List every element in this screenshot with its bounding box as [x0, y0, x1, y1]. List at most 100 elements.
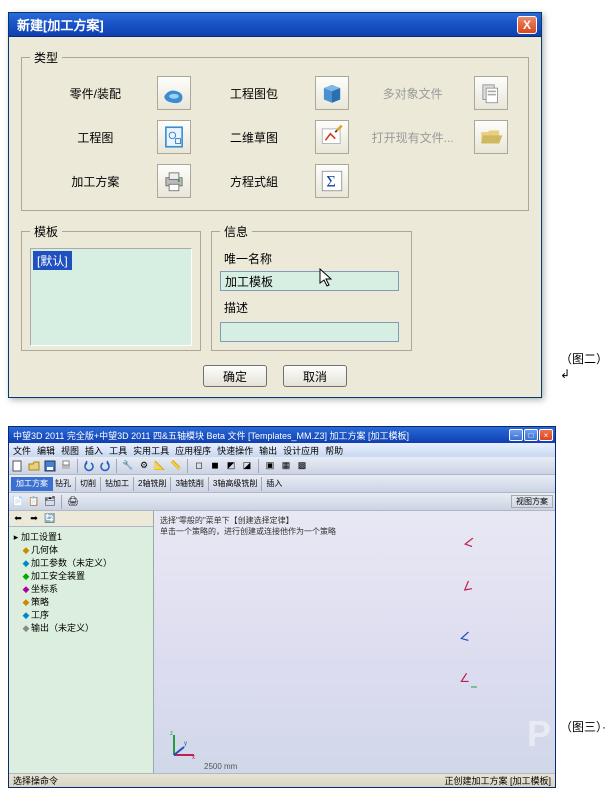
- type-label-drawing: 工程图: [40, 129, 151, 146]
- type-legend: 类型: [30, 49, 62, 66]
- triad-icon: z x y: [168, 731, 198, 761]
- sec-icon-4[interactable]: 🖨: [66, 495, 80, 509]
- tree-item[interactable]: ◆加工安全装置: [11, 570, 151, 583]
- sec-icon-2[interactable]: 📋: [27, 495, 41, 509]
- type-label-multi-file: 多对象文件: [357, 85, 468, 102]
- tab-insert[interactable]: 插入: [266, 478, 282, 489]
- lt-icon-3[interactable]: 🔄: [43, 512, 57, 526]
- tree-item[interactable]: ◆几何体: [11, 544, 151, 557]
- drawing-pkg-icon-button[interactable]: [315, 76, 349, 110]
- axis-marker-icon: ∠: [462, 534, 477, 551]
- template-list[interactable]: [默认]: [30, 248, 192, 346]
- dialog-titlebar[interactable]: 新建[加工方案] X: [9, 13, 541, 37]
- menu-output[interactable]: 输出: [259, 444, 277, 457]
- description-label: 描述: [224, 299, 403, 316]
- close-button[interactable]: X: [517, 16, 537, 34]
- maximize-button[interactable]: □: [524, 429, 538, 441]
- template-item-default[interactable]: [默认]: [33, 251, 72, 270]
- print-icon[interactable]: [59, 459, 73, 473]
- type-label-drawing-pkg: 工程图包: [199, 85, 310, 102]
- tab-drill[interactable]: 钻孔: [55, 478, 71, 489]
- tree-item[interactable]: ◆加工参数（未定义）: [11, 557, 151, 570]
- ruler-label: 2500 mm: [204, 762, 237, 771]
- machining-icon-button[interactable]: [157, 164, 191, 198]
- tree-item[interactable]: ◆策略: [11, 596, 151, 609]
- feature-tree[interactable]: ▸加工设置1 ◆几何体 ◆加工参数（未定义） ◆加工安全装置 ◆坐标系 ◆策略 …: [9, 527, 153, 773]
- menu-view[interactable]: 视图: [61, 444, 79, 457]
- view3-icon[interactable]: ◩: [224, 459, 238, 473]
- open-existing-icon-button[interactable]: [474, 120, 508, 154]
- view2-icon[interactable]: ◼: [208, 459, 222, 473]
- sec-icon-3[interactable]: 🗂: [43, 495, 57, 509]
- app-title: 中望3D 2011 完全版+中望3D 2011 四&五轴模块 Beta 文件 […: [13, 429, 409, 442]
- toolbar-tabs: 加工方案 钻孔 切削 钻加工 2轴铣削 3轴铣削 3轴高级铣削 插入: [9, 475, 555, 493]
- new-icon[interactable]: [11, 459, 25, 473]
- menu-help[interactable]: 帮助: [325, 444, 343, 457]
- tab-3axis[interactable]: 3轴铣削: [175, 478, 203, 489]
- type-label-open-existing: 打开现有文件...: [357, 129, 468, 146]
- menu-tools[interactable]: 工具: [109, 444, 127, 457]
- menu-file[interactable]: 文件: [13, 444, 31, 457]
- view4-icon[interactable]: ◪: [240, 459, 254, 473]
- app-close-button[interactable]: ×: [539, 429, 553, 441]
- tab-2axis[interactable]: 2轴铣削: [138, 478, 166, 489]
- open-icon[interactable]: [27, 459, 41, 473]
- tab-machining[interactable]: 加工方案: [11, 477, 53, 491]
- menu-app[interactable]: 应用程序: [175, 444, 211, 457]
- new-dialog: 新建[加工方案] X 类型 零件/装配 工程图包 多对象文件: [8, 12, 542, 398]
- redo-icon[interactable]: [98, 459, 112, 473]
- menu-insert[interactable]: 插入: [85, 444, 103, 457]
- part-icon-button[interactable]: [157, 76, 191, 110]
- menu-quick[interactable]: 快速操作: [217, 444, 253, 457]
- ok-button[interactable]: 确定: [203, 365, 267, 387]
- equation-icon-button[interactable]: Σ: [315, 164, 349, 198]
- type-label-part: 零件/装配: [40, 85, 151, 102]
- folder-open-icon: [478, 124, 504, 150]
- caption-fig3: （图三）·: [560, 718, 606, 735]
- close-icon: X: [523, 18, 531, 32]
- viewport-hint: 选择"零般的"菜单下【创建选择定律】 单击一个策略的，进行创建或连接他作为一个策…: [160, 515, 336, 537]
- view1-icon[interactable]: ◻: [192, 459, 206, 473]
- menu-util[interactable]: 实用工具: [133, 444, 169, 457]
- tree-item[interactable]: ◆输出（未定义）: [11, 622, 151, 635]
- tool3-icon[interactable]: 📐: [153, 459, 167, 473]
- left-panel: ⬅ ➡ 🔄 ▸加工设置1 ◆几何体 ◆加工参数（未定义） ◆加工安全装置 ◆坐标…: [9, 511, 154, 773]
- cube3-icon[interactable]: ▩: [295, 459, 309, 473]
- sec-icon-1[interactable]: 📄: [11, 495, 25, 509]
- multi-file-icon-button[interactable]: [474, 76, 508, 110]
- tree-item[interactable]: ◆坐标系: [11, 583, 151, 596]
- tree-root[interactable]: ▸加工设置1: [11, 531, 151, 544]
- sketch2d-icon-button[interactable]: [315, 120, 349, 154]
- minimize-button[interactable]: –: [509, 429, 523, 441]
- cube2-icon[interactable]: ▦: [279, 459, 293, 473]
- axis-marker-icon: ∠: [459, 628, 473, 644]
- drawing-icon-button[interactable]: [157, 120, 191, 154]
- menu-edit[interactable]: 编辑: [37, 444, 55, 457]
- type-label-sketch2d: 二维草图: [199, 129, 310, 146]
- save-icon[interactable]: [43, 459, 57, 473]
- tool-icon[interactable]: 🔧: [121, 459, 135, 473]
- tab-drill2[interactable]: 钻加工: [105, 478, 129, 489]
- tab-cut[interactable]: 切削: [80, 478, 96, 489]
- svg-text:y: y: [184, 741, 187, 747]
- undo-icon[interactable]: [82, 459, 96, 473]
- cube1-icon[interactable]: ▣: [263, 459, 277, 473]
- app-titlebar[interactable]: 中望3D 2011 完全版+中望3D 2011 四&五轴模块 Beta 文件 […: [9, 427, 555, 443]
- statusbar: 选择操命令 正创建加工方案 [加工模板]: [9, 773, 555, 787]
- lt-icon-2[interactable]: ➡: [27, 512, 41, 526]
- svg-text:Σ: Σ: [327, 173, 336, 191]
- menu-design[interactable]: 设计应用: [283, 444, 319, 457]
- cancel-button[interactable]: 取消: [283, 365, 347, 387]
- description-input[interactable]: [220, 322, 399, 342]
- lt-icon-1[interactable]: ⬅: [11, 512, 25, 526]
- tab-3axis-adv[interactable]: 3轴高级铣削: [213, 478, 257, 489]
- viewport[interactable]: 选择"零般的"菜单下【创建选择定律】 单击一个策略的，进行创建或连接他作为一个策…: [154, 511, 555, 773]
- tool2-icon[interactable]: ⚙: [137, 459, 151, 473]
- template-legend: 模板: [30, 223, 62, 240]
- unique-name-input[interactable]: [220, 271, 399, 291]
- tool4-icon[interactable]: 📏: [169, 459, 183, 473]
- sec-label[interactable]: 视图方案: [511, 495, 553, 508]
- tree-item[interactable]: ◆工序: [11, 609, 151, 622]
- axis-marker-icon: ∠: [461, 578, 474, 594]
- menubar: 文件 编辑 视图 插入 工具 实用工具 应用程序 快速操作 输出 设计应用 帮助: [9, 443, 555, 457]
